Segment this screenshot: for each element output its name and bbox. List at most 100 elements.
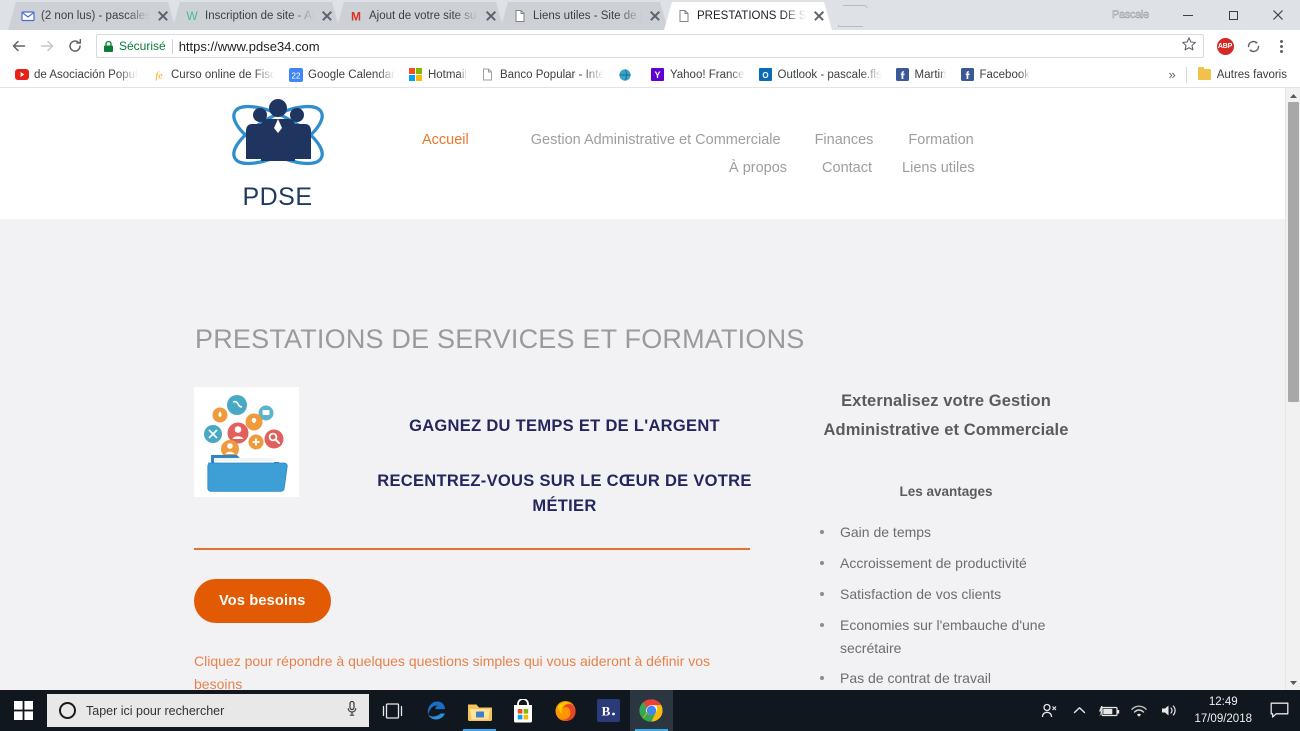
page-icon: [481, 68, 495, 82]
browser-tab-4[interactable]: Liens utiles - Site de pdse: [500, 2, 668, 30]
svg-text:22: 22: [292, 71, 301, 80]
maximize-button[interactable]: [1210, 0, 1255, 30]
mail-icon: [20, 9, 35, 24]
windows-taskbar: Taper ici pour rechercher B 12:49 17/09/…: [0, 690, 1300, 731]
svg-text:M: M: [351, 10, 361, 24]
minimize-button[interactable]: [1165, 0, 1210, 30]
scrollbar-thumb[interactable]: [1288, 102, 1299, 402]
close-icon[interactable]: [812, 9, 826, 23]
pdse-logo-icon: [208, 95, 348, 181]
nav-row-primary: Accueil Gestion Administrative et Commer…: [400, 132, 1285, 148]
volume-icon[interactable]: [1154, 690, 1184, 731]
microsoft-store-icon[interactable]: [501, 690, 544, 731]
action-center-icon[interactable]: [1262, 690, 1296, 731]
bookmark-item[interactable]: fe Curso online de Fisca: [145, 64, 282, 86]
windows-start-button[interactable]: [0, 690, 47, 731]
bookmark-item[interactable]: O Outlook - pascale.fls: [752, 64, 889, 86]
calendar-icon: 22: [289, 67, 303, 82]
bookmark-item[interactable]: 22 Google Calendar: [282, 64, 402, 86]
close-icon[interactable]: [484, 9, 498, 23]
bookmark-item[interactable]: Martin: [889, 64, 954, 86]
firefox-icon[interactable]: [544, 690, 587, 731]
forward-button: [34, 33, 60, 59]
page-title: PRESTATIONS DE SERVICES ET FORMATIONS: [195, 324, 805, 354]
nav-item-gestion[interactable]: Gestion Administrative et Commerciale: [531, 132, 781, 148]
profile-name-label[interactable]: Pascale: [1112, 9, 1150, 21]
tab-title: Liens utiles - Site de pdse: [533, 10, 642, 22]
nav-item-contact[interactable]: Contact: [822, 160, 872, 176]
nav-item-accueil[interactable]: Accueil: [422, 132, 469, 148]
b-app-icon[interactable]: B: [587, 690, 630, 731]
security-indicator[interactable]: Sécurisé: [103, 39, 166, 53]
reload-button[interactable]: [62, 33, 88, 59]
other-bookmarks-folder[interactable]: Autres favoris: [1191, 64, 1294, 86]
close-button[interactable]: [1255, 0, 1300, 30]
scroll-down-arrow[interactable]: [1286, 675, 1300, 690]
new-tab-button[interactable]: [838, 5, 868, 27]
address-bar[interactable]: Sécurisé https://www.pdse34.com: [96, 34, 1204, 58]
svg-text:Y: Y: [655, 70, 661, 80]
wifi-icon[interactable]: [1124, 690, 1154, 731]
taskbar-app-list: B: [415, 690, 673, 731]
svg-text:B: B: [602, 704, 611, 719]
site-logo[interactable]: PDSE: [190, 95, 365, 212]
people-icon[interactable]: [1034, 690, 1064, 731]
bookmark-item[interactable]: Banco Popular - Inte: [474, 64, 611, 86]
kebab-menu-icon[interactable]: [1268, 33, 1294, 59]
bookmark-label: Martin: [914, 68, 947, 81]
cortana-icon: [59, 702, 76, 719]
bookmark-label: Google Calendar: [308, 68, 395, 81]
nav-item-formation[interactable]: Formation: [908, 132, 973, 148]
bookmark-item[interactable]: [611, 64, 644, 86]
bookmark-item[interactable]: Hotmail: [402, 64, 474, 86]
bookmark-label: Facebook: [979, 68, 1030, 81]
file-explorer-icon[interactable]: [458, 690, 501, 731]
search-input[interactable]: Taper ici pour rechercher: [47, 694, 369, 727]
taskbar-clock[interactable]: 12:49 17/09/2018: [1184, 694, 1262, 727]
clock-time: 12:49: [1208, 696, 1238, 709]
close-icon[interactable]: [156, 9, 170, 23]
back-button[interactable]: [6, 33, 32, 59]
close-icon[interactable]: [648, 9, 662, 23]
star-icon[interactable]: [1181, 36, 1197, 57]
list-item: Gain de temps: [818, 521, 1096, 544]
adblock-plus-extension-icon[interactable]: ABP: [1212, 33, 1238, 59]
bookmark-label: Yahoo! France: [669, 68, 745, 81]
sync-icon[interactable]: [1240, 33, 1266, 59]
tab-title: Ajout de votre site sur ww: [369, 10, 478, 22]
browser-tab-5-active[interactable]: PRESTATIONS DE SERVIC: [664, 2, 832, 30]
task-view-button[interactable]: [369, 690, 415, 731]
browser-tab-3[interactable]: M Ajout de votre site sur ww: [336, 2, 504, 30]
tab-title: Inscription de site - Annu: [205, 10, 314, 22]
search-placeholder: Taper ici pour rechercher: [86, 703, 225, 718]
other-bookmarks-label: Autres favoris: [1216, 68, 1287, 81]
divider: [1185, 66, 1187, 83]
battery-charging-icon[interactable]: [1094, 690, 1124, 731]
bookmark-item[interactable]: Facebook: [953, 64, 1037, 86]
page-viewport: PDSE Accueil Gestion Administrative et C…: [0, 88, 1300, 690]
nav-item-apropos[interactable]: À propos: [729, 160, 787, 176]
list-item: Economies sur l'embauche d'une secrétair…: [818, 614, 1096, 660]
lock-icon: [104, 40, 113, 52]
chrome-icon[interactable]: [630, 690, 673, 731]
browser-tab-2[interactable]: W Inscription de site - Annu: [172, 2, 340, 30]
scroll-up-arrow[interactable]: [1286, 88, 1300, 103]
bookmarks-bar: de Asociación Popula fe Curso online de …: [0, 62, 1300, 88]
right-heading: Externalisez votre Gestion Administrativ…: [823, 392, 1069, 440]
show-hidden-icons-chevron[interactable]: [1064, 690, 1094, 731]
close-icon[interactable]: [320, 9, 334, 23]
bookmark-item[interactable]: Y Yahoo! France: [644, 64, 752, 86]
microphone-icon[interactable]: [345, 700, 359, 722]
edge-icon[interactable]: [415, 690, 458, 731]
nav-item-finances[interactable]: Finances: [815, 132, 874, 148]
cta-note-text[interactable]: Cliquez pour répondre à quelques questio…: [194, 650, 746, 690]
nav-item-liens-utiles[interactable]: Liens utiles: [902, 160, 975, 176]
browser-toolbar: Sécurisé https://www.pdse34.com ABP: [0, 30, 1300, 62]
bookmark-item[interactable]: de Asociación Popula: [8, 64, 145, 86]
vos-besoins-button[interactable]: Vos besoins: [194, 578, 331, 623]
bookmarks-overflow-chevron[interactable]: »: [1162, 67, 1181, 82]
browser-tab-1[interactable]: (2 non lus) - pascalesourn: [8, 2, 176, 30]
page-scrollbar[interactable]: [1285, 88, 1300, 690]
content-columns: GAGNEZ DU TEMPS ET DE L'ARGENT RECENTREZ…: [0, 387, 1285, 690]
list-item: Satisfaction de vos clients: [818, 583, 1096, 606]
